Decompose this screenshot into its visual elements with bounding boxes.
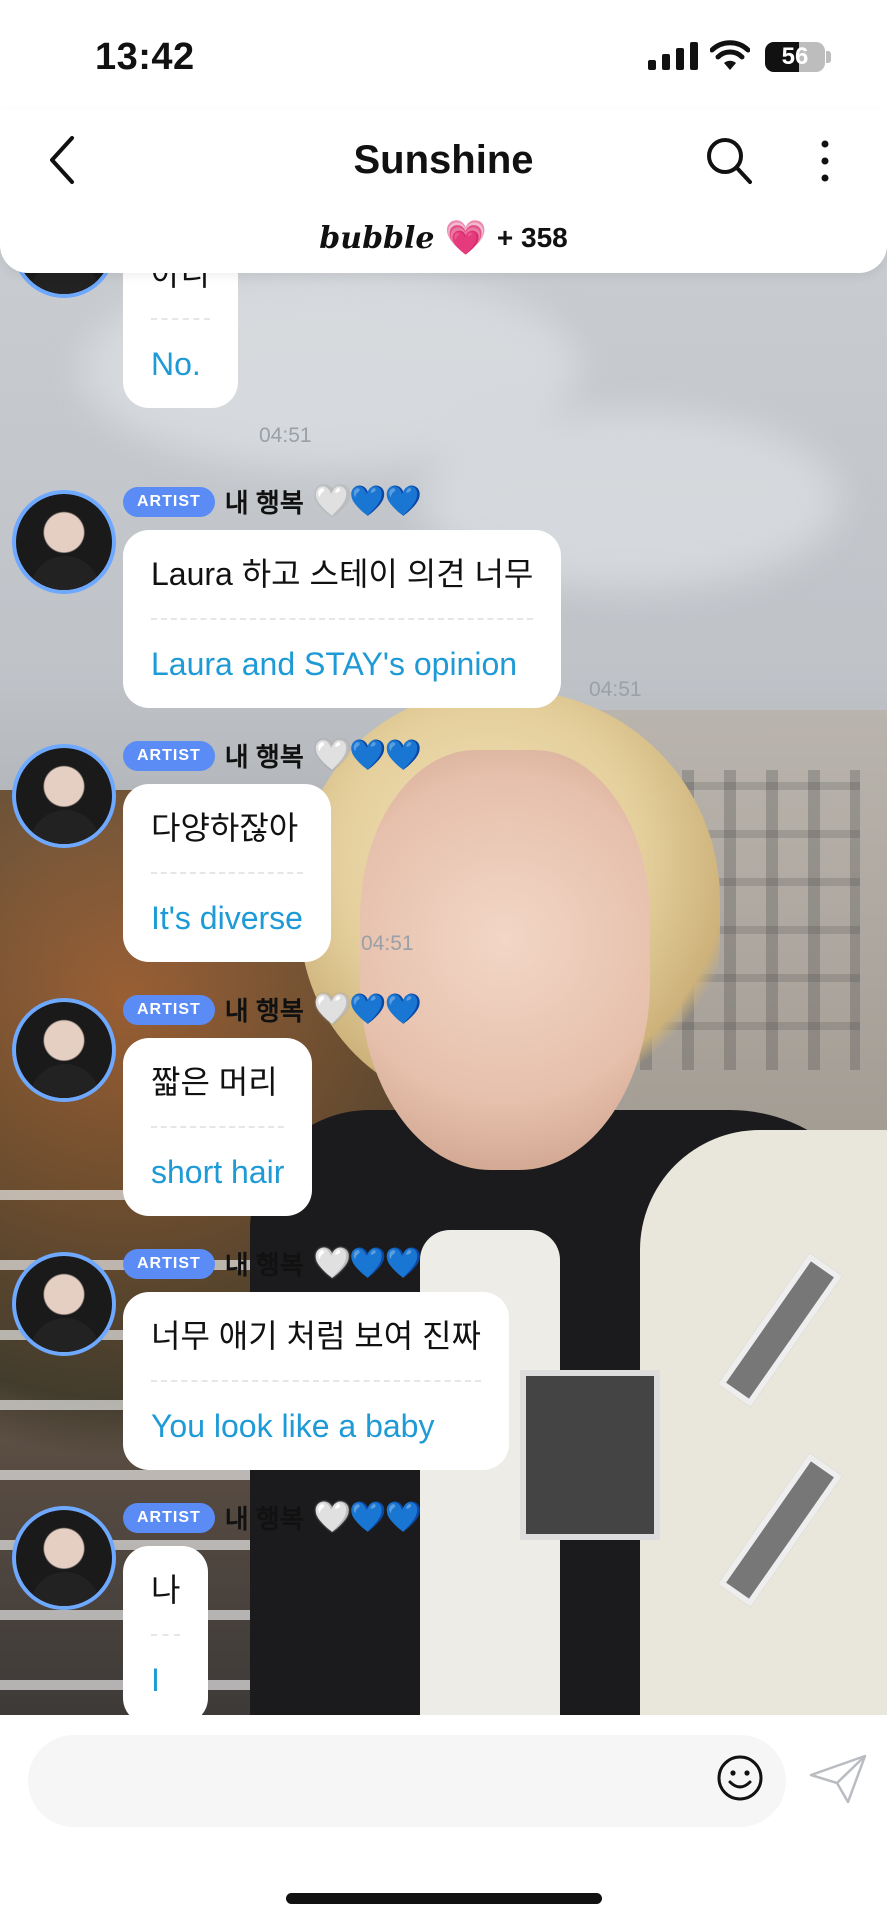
more-vertical-icon[interactable] [815,136,835,186]
message-bubble[interactable]: Laura 하고 스테이 의견 너무 Laura and STAY's opin… [123,530,562,708]
bubble-brand: bubble [319,220,435,256]
sender-name: 내 행복 [224,996,304,1026]
wifi-icon [710,40,750,70]
sender-name: 내 행복 [224,742,304,772]
message-sender-row: ARTIST 내 행복 🤍💙💙 [123,1499,422,1536]
artist-avatar[interactable] [12,1506,116,1610]
message-bubble[interactable]: 다양하잖아 It's diverse [123,784,331,962]
heart-emoji-icons: 🤍💙💙 [313,739,422,772]
sender-name: 내 행복 [224,1504,304,1534]
message-input[interactable] [28,1735,786,1827]
message-translation-text: short hair [151,1154,285,1190]
message-translation-text: I [151,1662,160,1698]
artist-badge: ARTIST [123,994,215,1025]
artist-badge: ARTIST [123,486,215,517]
message-original-text: 너무 애기 처럼 보여 진짜 [151,1318,481,1354]
artist-badge: ARTIST [123,740,215,771]
battery-tip [826,51,831,63]
message-bubble[interactable]: 너무 애기 처럼 보여 진짜 You look like a baby [123,1292,509,1470]
message-timestamp: 04:51 [589,678,642,701]
message-original-text: 짧은 머리 [151,1064,278,1100]
message-input-bar [0,1715,887,1920]
artist-avatar[interactable] [12,1252,116,1356]
artist-avatar[interactable] [12,490,116,594]
message-original-text: 다양하잖아 [151,810,299,846]
message-bubble[interactable]: 나 I [123,1546,209,1715]
message-translation-text: You look like a baby [151,1408,435,1444]
message-sender-row: ARTIST 내 행복 🤍💙💙 [123,991,422,1028]
message-original-text: Laura 하고 스테이 의견 너무 [151,556,534,592]
chat-header: Sunshine bubble 💗 + 358 [0,110,887,273]
sender-name: 내 행복 [224,1250,304,1280]
message-translation-text: Laura and STAY's opinion [151,646,518,682]
subscriber-summary: bubble 💗 + 358 [0,218,887,258]
smiley-icon[interactable] [716,1754,764,1802]
heart-emoji-icons: 🤍💙💙 [313,485,422,518]
pink-heart-icon: 💗 [444,219,487,257]
artist-badge: ARTIST [123,1502,215,1533]
battery-icon: 56 [765,42,825,72]
message-timestamp: 04:51 [259,424,312,447]
message-bubble[interactable]: 짧은 머리 short hair [123,1038,313,1216]
message-sender-row: ARTIST 내 행복 🤍💙💙 [123,737,422,774]
message-translation-text: No. [151,346,201,382]
message-translation-text: It's diverse [151,900,303,936]
subscriber-count: + 358 [496,222,568,253]
message-sender-row: ARTIST 내 행복 🤍💙💙 [123,1245,422,1282]
cellular-signal-icon [648,42,698,70]
home-indicator[interactable] [286,1893,602,1904]
message-original-text: 나 [151,1572,181,1608]
paper-plane-icon[interactable] [808,1753,868,1805]
heart-emoji-icons: 🤍💙💙 [313,1247,422,1280]
battery-percent: 56 [781,43,809,70]
message-sender-row: ARTIST 내 행복 🤍💙💙 [123,483,422,520]
message-timestamp: 04:51 [361,932,414,955]
status-time: 13:42 [95,36,195,78]
search-icon[interactable] [704,132,754,188]
message-list[interactable]: 아니 No. 04:51 ARTIST 내 행복 🤍💙💙 Laura 하고 스테… [0,230,887,1715]
heart-emoji-icons: 🤍💙💙 [313,993,422,1026]
artist-avatar[interactable] [12,744,116,848]
heart-emoji-icons: 🤍💙💙 [313,1501,422,1534]
status-bar: 13:42 56 [0,0,887,110]
sender-name: 내 행복 [224,488,304,518]
artist-avatar[interactable] [12,998,116,1102]
artist-badge: ARTIST [123,1248,215,1279]
